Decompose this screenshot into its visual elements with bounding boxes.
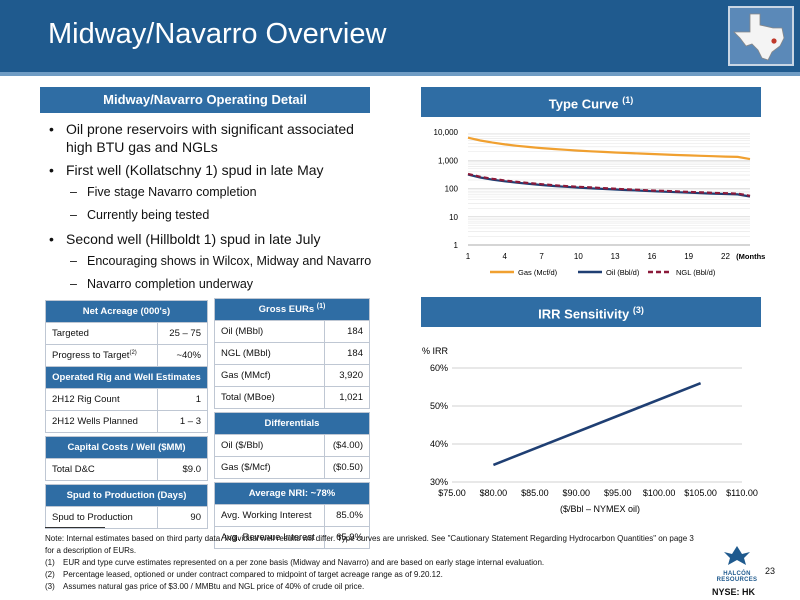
operating-detail-bullets: Oil prone reservoirs with significant as… [45,120,375,299]
x-tick-label: $110.00 [726,488,758,498]
y-tick-label: 10 [449,213,458,222]
net-acreage-table: Net Acreage (000's) Targeted 25 – 75 Prog… [45,300,209,529]
y-tick-label: 1,000 [438,156,459,165]
title-stripe [0,72,800,76]
nri-header: Average NRI: ~78% [214,482,370,505]
page-title: Midway/Navarro Overview [48,18,387,50]
type-curve-heading: Type Curve (1) [421,87,761,118]
title-bar: Midway/Navarro Overview [0,0,800,72]
spud-header: Spud to Production (Days) [45,484,208,507]
footnotes: Note: Internal estimates based on third … [45,533,695,593]
bullet-second-well: Second well (Hillboldt 1) spud in late J… [45,230,375,248]
table-row: Oil ($/Bbl) ($4.00) [213,434,370,457]
footnote-note: Note: Internal estimates based on third … [45,534,694,555]
gross-eurs-table: Gross EURs (1) Oil (MBbl) 184 NGL (MBbl) 1… [213,298,370,549]
sub-bullet-completion: Five stage Navarro completion [45,184,375,200]
x-tick-label: 13 [611,252,620,261]
type-curve-chart: 10,000 1,000 100 10 1 1 4 7 10 13 16 19 22 (Months)… [434,128,765,277]
y-tick-label: 60% [430,363,448,373]
y-tick-label: 100 [445,185,459,194]
table-row: Total (MBoe) 1,021 [213,386,370,409]
footnote-rule [45,527,105,528]
table-row: Gas ($/Mcf) ($0.50) [213,456,370,479]
texas-map-icon [728,6,794,66]
x-tick-label: $100.00 [643,488,676,498]
type-curve-x-unit: (Months) [736,252,765,261]
irr-chart: % IRR 60% 50% 40% 30% $75.00 $80.00 $85.00 $90… [422,346,758,514]
operating-detail-heading: Midway/Navarro Operating Detail [40,87,370,113]
x-tick-label: 16 [647,252,656,261]
page-number: 23 [765,566,776,576]
table-row: Gas (MMcf) 3,920 [213,364,370,387]
irr-x-title: ($/Bbl – NYMEX oil) [560,504,640,514]
table-row: Avg. Working Interest 85.0% [213,504,370,527]
differentials-header: Differentials [214,412,370,435]
legend-gas-label: Gas (Mcf/d) [518,268,558,277]
net-acreage-header: Net Acreage (000's) [45,300,208,323]
y-tick-label: 1 [454,241,459,250]
irr-heading: IRR Sensitivity (3) [421,297,761,328]
falcon-icon [724,546,750,565]
x-tick-label: $80.00 [480,488,508,498]
table-row: Targeted 25 – 75 [45,322,209,345]
x-tick-label: $90.00 [563,488,591,498]
footnote-1: (1) EUR and type curve estimates represen… [45,558,545,567]
ticker: NYSE: HK [712,587,756,597]
x-tick-label: 1 [466,252,471,261]
y-tick-label: 50% [430,401,448,411]
legend-oil-label: Oil (Bbl/d) [606,268,640,277]
footnote-2: (2) Percentage leased, optioned or under … [45,570,443,579]
table-row: Oil (MBbl) 184 [213,320,370,343]
ngl-series-line [467,172,751,197]
irr-y-title: % IRR [422,346,449,356]
legend-ngl-label: NGL (Bbl/d) [676,268,716,277]
sub-bullet-testing: Currently being tested [45,207,375,223]
x-tick-label: 7 [539,252,544,261]
irr-series-line [492,381,702,467]
y-tick-label: 10,000 [434,128,459,137]
footnote-3: (3) Assumes natural gas price of $3.00 / … [45,582,365,591]
table-row: Spud to Production 90 [45,506,209,529]
halcon-logo: HALCÓN RESOURCES [712,544,762,583]
x-tick-label: $75.00 [438,488,466,498]
x-tick-label: $95.00 [604,488,632,498]
x-tick-label: 10 [574,252,583,261]
table-row: Total D&C $9.0 [45,458,209,481]
rig-header: Operated Rig and Well Estimates [45,366,208,389]
x-tick-label: 4 [503,252,508,261]
capital-header: Capital Costs / Well ($MM) [45,436,208,459]
x-tick-label: $105.00 [684,488,717,498]
x-tick-label: $85.00 [521,488,549,498]
bullet-first-well: First well (Kollatschny 1) spud in late … [45,161,375,179]
table-row: Progress to Target(2) ~40% [45,344,209,367]
y-tick-label: 40% [430,439,448,449]
table-row: 2H12 Rig Count 1 [45,388,209,411]
gas-series-line [467,136,751,161]
logo-text: HALCÓN RESOURCES [716,571,758,583]
type-curve-legend: Gas (Mcf/d) Oil (Bbl/d) NGL (Bbl/d) [490,268,716,277]
gross-eurs-header: Gross EURs (1) [214,298,370,321]
sub-bullet-shows: Encouraging shows in Wilcox, Midway and … [45,253,375,269]
sub-bullet-navarro: Navarro completion underway [45,276,375,292]
table-row: 2H12 Wells Planned 1 – 3 [45,410,209,433]
bullet-reservoirs: Oil prone reservoirs with significant as… [45,120,375,156]
x-tick-label: 22 [721,252,730,261]
y-tick-label: 30% [430,477,448,487]
table-row: NGL (MBbl) 184 [213,342,370,365]
x-tick-label: 19 [684,252,693,261]
